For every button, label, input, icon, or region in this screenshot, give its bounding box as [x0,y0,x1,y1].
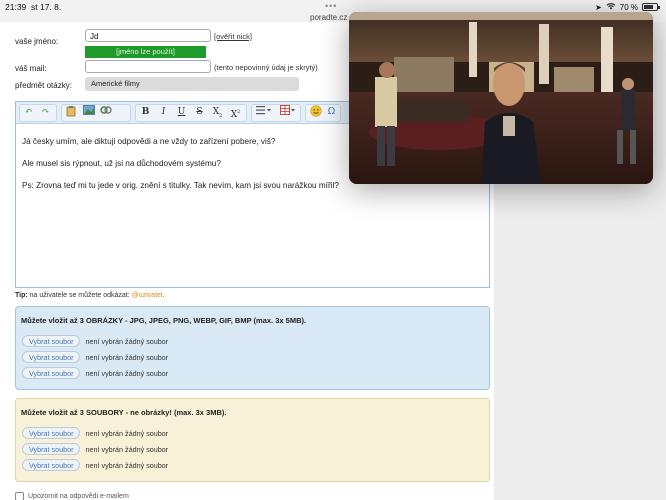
subscript-icon[interactable]: X2 [210,105,225,120]
tip-label: Tip: [15,292,28,299]
underline-icon[interactable]: U [174,105,189,120]
notify-label: Upozornit na odpovědi e-mailem [28,493,129,500]
file-status: není vybrán žádný soubor [85,460,169,470]
file-status: není vybrán žádný soubor [85,444,169,454]
file-upload-box: Můžete vložit až 3 SOUBORY - ne obrázky!… [15,398,490,482]
undo-icon[interactable]: ↶ [21,105,36,120]
list-icon[interactable] [254,105,274,120]
tip-text: na uživatele se můžete odkázat: [29,292,130,299]
file-status: není vybrán žádný soubor [85,428,169,438]
pip-video-player[interactable] [349,12,653,184]
location-icon: ➤ [595,2,602,12]
choose-image-button[interactable]: Vybrat soubor [22,351,81,363]
mail-note: (tento nepovinný údaj je skrytý) [214,63,318,72]
strikethrough-icon[interactable]: S [192,105,207,120]
multitask-dots-icon[interactable]: ••• [325,1,337,11]
link-icon[interactable] [98,105,113,120]
image-file-row: Vybrat soubor není vybrán žádný soubor [22,335,168,347]
choose-file-button[interactable]: Vybrat soubor [22,459,81,471]
subject-label: předmět otázky: [15,81,72,90]
notify-checkbox[interactable] [15,492,24,500]
image-file-row: Vybrat soubor není vybrán žádný soubor [22,367,168,379]
image-file-status: není vybrán žádný soubor [85,368,169,378]
name-label: vaše jméno: [15,37,59,46]
choose-file-button[interactable]: Vybrat soubor [22,443,81,455]
special-char-icon[interactable]: Ω [324,105,339,120]
paste-text-icon[interactable] [64,105,79,120]
tip-mention: @uzivatel [131,292,163,299]
status-indicators: ➤ 70 % [595,2,660,12]
mail-label: váš mail: [15,64,47,73]
file-row: Vybrat soubor není vybrán žádný soubor [22,459,168,471]
subject-select[interactable]: Americké filmy [85,77,299,91]
image-icon[interactable] [81,105,96,120]
superscript-icon[interactable]: X2 [228,105,243,120]
image-file-status: není vybrán žádný soubor [85,352,169,362]
choose-image-button[interactable]: Vybrat soubor [22,367,81,379]
file-row: Vybrat soubor není vybrán žádný soubor [22,427,168,439]
redo-icon[interactable]: ↷ [38,105,53,120]
wifi-icon [606,2,616,12]
battery-percent: 70 % [619,2,638,12]
mail-input[interactable] [85,60,211,73]
image-file-status: není vybrán žádný soubor [85,336,169,346]
status-date: st 17. 8. [31,2,62,12]
name-available-badge: [jméno lze použít] [85,46,206,58]
image-upload-box: Můžete vložit až 3 OBRÁZKY - JPG, JPEG, … [15,306,490,390]
video-frame [349,12,653,184]
battery-icon [642,3,660,11]
italic-icon[interactable]: I [156,105,171,120]
emoji-icon[interactable] [308,105,323,120]
image-file-row: Vybrat soubor není vybrán žádný soubor [22,351,168,363]
table-icon[interactable] [278,105,298,120]
notify-row: Upozornit na odpovědi e-mailem [15,492,129,500]
name-input[interactable]: Jd [85,29,211,42]
address-bar-url[interactable]: poradte.cz [310,13,347,22]
mention-tip: Tip: na uživatele se můžete odkázat: @uz… [15,292,165,299]
file-row: Vybrat soubor není vybrán žádný soubor [22,443,168,455]
choose-image-button[interactable]: Vybrat soubor [22,335,81,347]
image-upload-title: Můžete vložit až 3 OBRÁZKY - JPG, JPEG, … [21,316,307,325]
bold-icon[interactable]: B [138,105,153,120]
file-upload-title: Můžete vložit až 3 SOUBORY - ne obrázky!… [21,408,227,417]
verify-nick-link[interactable]: [ověřit nick] [214,32,252,41]
choose-file-button[interactable]: Vybrat soubor [22,427,81,439]
status-time: 21:39 [5,2,27,12]
